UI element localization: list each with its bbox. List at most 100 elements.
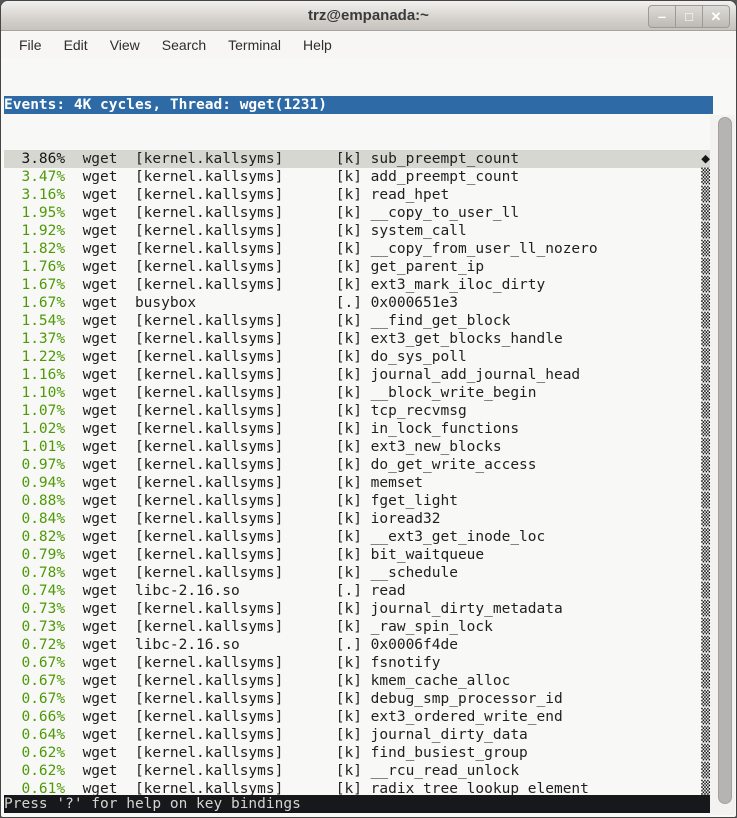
table-row[interactable]: 3.47% wget [kernel.kallsyms] [k] add_pre… — [4, 168, 713, 186]
table-row[interactable]: 0.73% wget [kernel.kallsyms] [k] journal… — [4, 600, 713, 618]
window-title: trz@empanada:~ — [1, 7, 736, 24]
scroll-shade-icon: ▒ — [701, 672, 710, 690]
scroll-shade-icon: ▒ — [701, 456, 710, 474]
scroll-shade-icon: ▒ — [701, 708, 710, 726]
overhead-percent: 1.95% — [4, 205, 65, 221]
perf-row-list: 3.86% wget [kernel.kallsyms] [k] sub_pre… — [4, 150, 713, 813]
scroll-shade-icon: ▒ — [701, 294, 710, 312]
menu-file[interactable]: File — [8, 34, 53, 56]
table-row[interactable]: 0.67% wget [kernel.kallsyms] [k] fsnotif… — [4, 654, 713, 672]
table-row[interactable]: 1.22% wget [kernel.kallsyms] [k] do_sys_… — [4, 348, 713, 366]
overhead-percent: 0.66% — [4, 709, 65, 725]
scroll-shade-icon: ▒ — [701, 240, 710, 258]
overhead-percent: 0.62% — [4, 745, 65, 761]
table-row[interactable]: 1.82% wget [kernel.kallsyms] [k] __copy_… — [4, 240, 713, 258]
table-row[interactable]: 1.07% wget [kernel.kallsyms] [k] tcp_rec… — [4, 402, 713, 420]
table-row[interactable]: 0.73% wget [kernel.kallsyms] [k] _raw_sp… — [4, 618, 713, 636]
overhead-percent: 0.78% — [4, 565, 65, 581]
scroll-shade-icon: ▒ — [701, 762, 710, 780]
menu-help[interactable]: Help — [292, 34, 343, 56]
row-detail: wget [kernel.kallsyms] [k] kmem_cache_al… — [65, 673, 510, 689]
row-detail: wget [kernel.kallsyms] [k] do_get_write_… — [65, 457, 536, 473]
table-row[interactable]: 0.62% wget [kernel.kallsyms] [k] find_bu… — [4, 744, 713, 762]
scroll-shade-icon: ▒ — [701, 168, 710, 186]
row-detail: wget [kernel.kallsyms] [k] journal_dirty… — [65, 601, 563, 617]
row-detail: wget [kernel.kallsyms] [k] ext3_get_bloc… — [65, 331, 563, 347]
table-row[interactable]: 1.37% wget [kernel.kallsyms] [k] ext3_ge… — [4, 330, 713, 348]
table-row[interactable]: 0.74% wget libc-2.16.so [.] read▒ — [4, 582, 713, 600]
scroll-shade-icon: ▒ — [701, 474, 710, 492]
scrollbar-track[interactable] — [710, 115, 735, 815]
table-row[interactable]: 3.86% wget [kernel.kallsyms] [k] sub_pre… — [4, 150, 713, 168]
table-row[interactable]: 1.95% wget [kernel.kallsyms] [k] __copy_… — [4, 204, 713, 222]
close-button[interactable]: ✕ — [702, 5, 730, 28]
row-detail: wget [kernel.kallsyms] [k] bit_waitqueue — [65, 547, 484, 563]
row-detail: wget [kernel.kallsyms] [k] __schedule — [65, 565, 458, 581]
row-detail: wget [kernel.kallsyms] [k] __copy_from_u… — [65, 241, 598, 257]
table-row[interactable]: 0.67% wget [kernel.kallsyms] [k] kmem_ca… — [4, 672, 713, 690]
table-row[interactable]: 0.62% wget [kernel.kallsyms] [k] __rcu_r… — [4, 762, 713, 780]
table-row[interactable]: 1.67% wget [kernel.kallsyms] [k] ext3_ma… — [4, 276, 713, 294]
minimize-button[interactable]: ‒ — [648, 5, 676, 28]
table-row[interactable]: 1.02% wget [kernel.kallsyms] [k] in_lock… — [4, 420, 713, 438]
row-detail: wget [kernel.kallsyms] [k] tcp_recvmsg — [65, 403, 467, 419]
scroll-shade-icon: ▒ — [701, 726, 710, 744]
row-detail: wget [kernel.kallsyms] [k] sub_preempt_c… — [65, 151, 519, 167]
scrollbar-thumb[interactable] — [718, 117, 732, 804]
row-detail: wget [kernel.kallsyms] [k] _raw_spin_loc… — [65, 619, 493, 635]
table-row[interactable]: 3.16% wget [kernel.kallsyms] [k] read_hp… — [4, 186, 713, 204]
row-detail: wget libc-2.16.so [.] read — [65, 583, 405, 599]
row-detail: wget [kernel.kallsyms] [k] ext3_mark_ilo… — [65, 277, 545, 293]
table-row[interactable]: 0.82% wget [kernel.kallsyms] [k] __ext3_… — [4, 528, 713, 546]
table-row[interactable]: 1.54% wget [kernel.kallsyms] [k] __find_… — [4, 312, 713, 330]
table-row[interactable]: 0.84% wget [kernel.kallsyms] [k] ioread3… — [4, 510, 713, 528]
overhead-percent: 1.01% — [4, 439, 65, 455]
titlebar[interactable]: trz@empanada:~ ‒ □ ✕ — [1, 1, 736, 31]
overhead-percent: 1.10% — [4, 385, 65, 401]
table-row[interactable]: 0.88% wget [kernel.kallsyms] [k] fget_li… — [4, 492, 713, 510]
row-detail: wget [kernel.kallsyms] [k] fget_light — [65, 493, 458, 509]
scroll-shade-icon: ▒ — [701, 510, 710, 528]
row-detail: wget [kernel.kallsyms] [k] journal_add_j… — [65, 367, 580, 383]
table-row[interactable]: 1.01% wget [kernel.kallsyms] [k] ext3_ne… — [4, 438, 713, 456]
table-row[interactable]: 1.10% wget [kernel.kallsyms] [k] __block… — [4, 384, 713, 402]
row-detail: wget [kernel.kallsyms] [k] __rcu_read_un… — [65, 763, 519, 779]
table-row[interactable]: 1.67% wget busybox [.] 0x000651e3▒ — [4, 294, 713, 312]
overhead-percent: 1.37% — [4, 331, 65, 347]
table-row[interactable]: 0.78% wget [kernel.kallsyms] [k] __sched… — [4, 564, 713, 582]
terminal-screen[interactable]: Events: 4K cycles, Thread: wget(1231) 3.… — [2, 58, 735, 816]
table-row[interactable]: 0.94% wget [kernel.kallsyms] [k] memset▒ — [4, 474, 713, 492]
maximize-button[interactable]: □ — [675, 5, 703, 28]
row-detail: wget [kernel.kallsyms] [k] add_preempt_c… — [65, 169, 519, 185]
scroll-shade-icon: ▒ — [701, 420, 710, 438]
table-row[interactable]: 0.72% wget libc-2.16.so [.] 0x0006f4de▒ — [4, 636, 713, 654]
scroll-shade-icon: ▒ — [701, 618, 710, 636]
table-row[interactable]: 1.16% wget [kernel.kallsyms] [k] journal… — [4, 366, 713, 384]
scroll-shade-icon: ▒ — [701, 222, 710, 240]
overhead-percent: 1.07% — [4, 403, 65, 419]
row-detail: wget [kernel.kallsyms] [k] get_parent_ip — [65, 259, 484, 275]
row-detail: wget [kernel.kallsyms] [k] __find_get_bl… — [65, 313, 510, 329]
table-row[interactable]: 0.67% wget [kernel.kallsyms] [k] debug_s… — [4, 690, 713, 708]
menu-search[interactable]: Search — [151, 34, 217, 56]
overhead-percent: 1.67% — [4, 277, 65, 293]
menu-edit[interactable]: Edit — [53, 34, 99, 56]
menu-terminal[interactable]: Terminal — [217, 34, 292, 56]
row-detail: wget [kernel.kallsyms] [k] in_lock_funct… — [65, 421, 519, 437]
scroll-shade-icon: ▒ — [701, 564, 710, 582]
table-row[interactable]: 1.76% wget [kernel.kallsyms] [k] get_par… — [4, 258, 713, 276]
table-row[interactable]: 0.97% wget [kernel.kallsyms] [k] do_get_… — [4, 456, 713, 474]
table-row[interactable]: 0.66% wget [kernel.kallsyms] [k] ext3_or… — [4, 708, 713, 726]
perf-events-header: Events: 4K cycles, Thread: wget(1231) — [4, 96, 713, 114]
row-detail: wget [kernel.kallsyms] [k] __copy_to_use… — [65, 205, 519, 221]
menu-view[interactable]: View — [99, 34, 151, 56]
row-detail: wget [kernel.kallsyms] [k] ext3_ordered_… — [65, 709, 563, 725]
scroll-shade-icon: ▒ — [701, 528, 710, 546]
table-row[interactable]: 0.64% wget [kernel.kallsyms] [k] journal… — [4, 726, 713, 744]
scroll-shade-icon: ▒ — [701, 384, 710, 402]
overhead-percent: 1.16% — [4, 367, 65, 383]
overhead-percent: 0.84% — [4, 511, 65, 527]
overhead-percent: 0.73% — [4, 619, 65, 635]
table-row[interactable]: 0.79% wget [kernel.kallsyms] [k] bit_wai… — [4, 546, 713, 564]
table-row[interactable]: 1.92% wget [kernel.kallsyms] [k] system_… — [4, 222, 713, 240]
